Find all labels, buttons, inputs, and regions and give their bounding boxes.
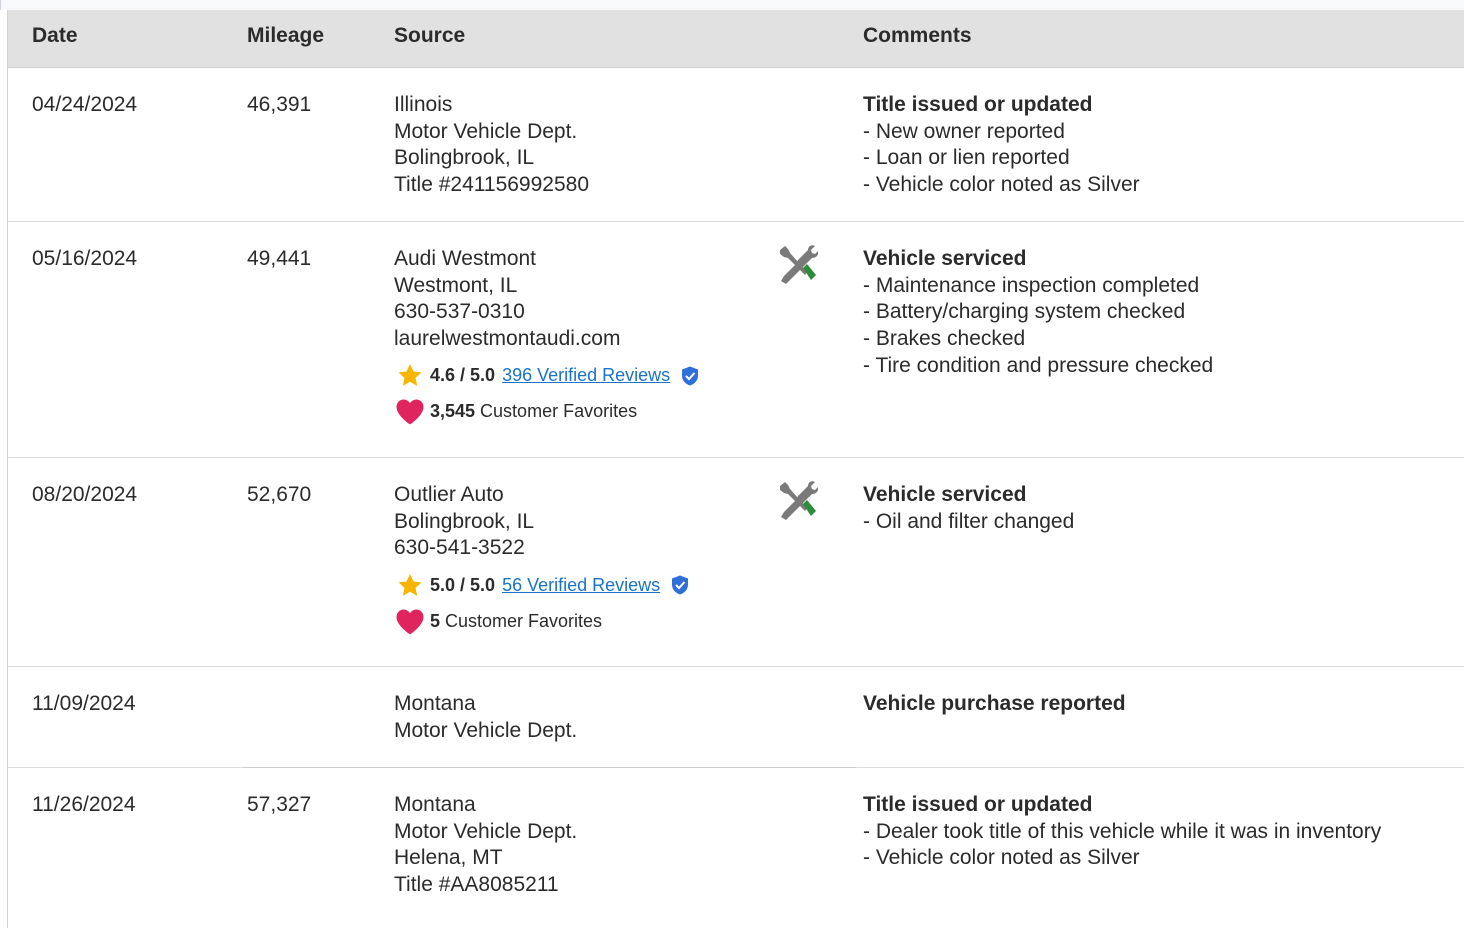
record-comments: Title issued or updated - New owner repo… [863, 92, 1140, 199]
record-date: 11/26/2024 [32, 793, 136, 816]
history-table: Date Mileage Source Comments 04/24/2024 … [7, 10, 1464, 928]
source-line: Helena, MT [394, 846, 503, 870]
comment-title: Vehicle serviced [863, 483, 1027, 506]
source-line: Montana [394, 692, 476, 715]
favorites-count: 5 [430, 610, 441, 631]
source-line: Motor Vehicle Dept. [394, 119, 578, 143]
source-line: Audi Westmont [394, 247, 537, 270]
favorites-line: 3,545 Customer Favorites [394, 399, 699, 425]
comment-item: - Dealer took title of this vehicle whil… [863, 819, 1382, 843]
comment-item: - Loan or lien reported [863, 146, 1070, 170]
record-mileage: 57,327 [247, 793, 312, 816]
record-comments: Title issued or updated - Dealer took ti… [863, 792, 1381, 872]
top-strip [0, 0, 1464, 10]
star-icon [394, 571, 426, 599]
source-line: Motor Vehicle Dept. [394, 718, 578, 742]
source-line: Montana [394, 793, 476, 816]
comment-title: Title issued or updated [863, 793, 1093, 816]
record-source: Illinois Motor Vehicle Dept. Bolingbrook… [394, 92, 589, 199]
record-source: Montana Motor Vehicle Dept. [394, 691, 577, 744]
date-column-header: Date [32, 24, 78, 47]
favorites-line: 5 Customer Favorites [394, 608, 689, 634]
source-line: Bolingbrook, IL [394, 146, 535, 170]
table-row: 11/09/2024 Montana Motor Vehicle Dept. V… [8, 667, 1464, 768]
table-row: 08/20/2024 52,670 Outlier Auto Bolingbro… [8, 458, 1464, 667]
record-comments: Vehicle purchase reported [863, 691, 1126, 718]
record-mileage: 52,670 [247, 483, 312, 506]
rating-line: 4.6 / 5.0 396 Verified Reviews [394, 363, 699, 389]
comment-item: - New owner reported [863, 119, 1065, 143]
record-date: 05/16/2024 [32, 247, 138, 270]
source-line: Title #AA8085211 [394, 873, 559, 897]
rating-value: 5.0 / 5.0 [430, 574, 496, 595]
comment-title: Vehicle serviced [863, 247, 1027, 270]
comments-column-header: Comments [863, 24, 972, 47]
comment-item: - Brakes checked [863, 327, 1026, 351]
favorites-count: 3,545 [430, 401, 476, 422]
comment-item: - Maintenance inspection completed [863, 273, 1200, 297]
source-line: Title #241156992580 [394, 173, 589, 197]
source-line: Motor Vehicle Dept. [394, 819, 578, 843]
verified-reviews-link[interactable]: 396 Verified Reviews [502, 362, 670, 389]
source-column-header: Source [394, 24, 466, 47]
heart-icon [394, 398, 426, 426]
record-mileage: 49,441 [247, 247, 312, 270]
heart-icon [394, 607, 426, 635]
source-line: Illinois [394, 93, 453, 116]
rating-value: 4.6 / 5.0 [430, 365, 496, 386]
comment-item: - Oil and filter changed [863, 509, 1075, 533]
star-icon [394, 362, 426, 390]
table-row: 11/26/2024 57,327 Montana Motor Vehicle … [8, 768, 1464, 928]
comment-title: Vehicle purchase reported [863, 692, 1126, 715]
source-line: laurelwestmontaudi.com [394, 327, 621, 351]
comment-item: - Tire condition and pressure checked [863, 353, 1214, 377]
record-comments: Vehicle serviced - Oil and filter change… [863, 482, 1074, 535]
source-line: Westmont, IL [394, 273, 518, 297]
comment-item: - Vehicle color noted as Silver [863, 173, 1140, 197]
record-comments: Vehicle serviced - Maintenance inspectio… [863, 246, 1213, 380]
verified-shield-icon [671, 575, 689, 595]
source-line: Bolingbrook, IL [394, 509, 535, 533]
wrench-screwdriver-icon [776, 480, 819, 532]
record-date: 04/24/2024 [32, 93, 138, 116]
favorites-label: Customer Favorites [445, 610, 603, 631]
source-line: Outlier Auto [394, 483, 504, 506]
table-row: 04/24/2024 46,391 Illinois Motor Vehicle… [8, 68, 1464, 222]
record-date: 08/20/2024 [32, 483, 138, 506]
verified-reviews-link[interactable]: 56 Verified Reviews [502, 572, 660, 599]
table-header: Date Mileage Source Comments [8, 10, 1464, 68]
record-source: Montana Motor Vehicle Dept. Helena, MT T… [394, 792, 577, 899]
record-mileage: 46,391 [247, 93, 312, 116]
comment-item: - Vehicle color noted as Silver [863, 846, 1140, 870]
wrench-screwdriver-icon [776, 244, 819, 296]
source-line: 630-537-0310 [394, 300, 525, 324]
table-row: 05/16/2024 49,441 Audi Westmont Westmont… [8, 222, 1464, 458]
comment-item: - Battery/charging system checked [863, 300, 1186, 324]
record-source: Audi Westmont Westmont, IL 630-537-0310 … [394, 246, 699, 425]
source-line: 630-541-3522 [394, 536, 525, 560]
verified-shield-icon [681, 366, 699, 386]
mileage-column-header: Mileage [247, 24, 325, 47]
record-source: Outlier Auto Bolingbrook, IL 630-541-352… [394, 482, 689, 634]
rating-line: 5.0 / 5.0 56 Verified Reviews [394, 572, 689, 598]
favorites-label: Customer Favorites [480, 401, 638, 422]
record-date: 11/09/2024 [32, 692, 136, 715]
comment-title: Title issued or updated [863, 93, 1093, 116]
